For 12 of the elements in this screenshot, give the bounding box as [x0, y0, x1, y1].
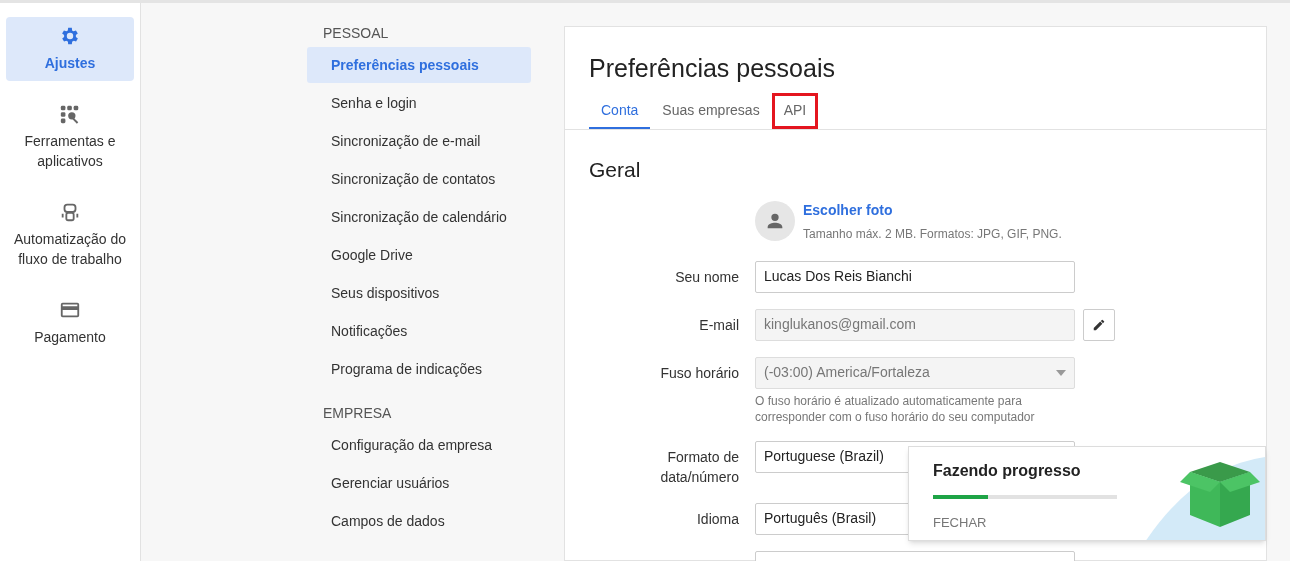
field-label: Idioma	[695, 509, 739, 529]
section-heading: EMPRESA	[322, 404, 393, 423]
photo-hint: Tamanho máx. 2 MB. Formatos: JPG, GIF, PNG.	[803, 225, 1062, 243]
field-label: Formato de data/número	[659, 447, 739, 487]
help-text: O fuso horário é atualizado automaticamente para corresponder com o fuso horário do seu computador	[755, 392, 1036, 425]
field-label: E-mail	[698, 315, 739, 335]
section-heading: PESSOAL	[322, 24, 390, 43]
field-label: Fuso horário	[659, 363, 739, 383]
page-title: Preferências pessoais	[589, 53, 836, 84]
field-label: Seu nome	[674, 267, 739, 287]
section-title: Geral	[589, 157, 642, 183]
toast-title: Fazendo progresso	[933, 461, 1082, 481]
